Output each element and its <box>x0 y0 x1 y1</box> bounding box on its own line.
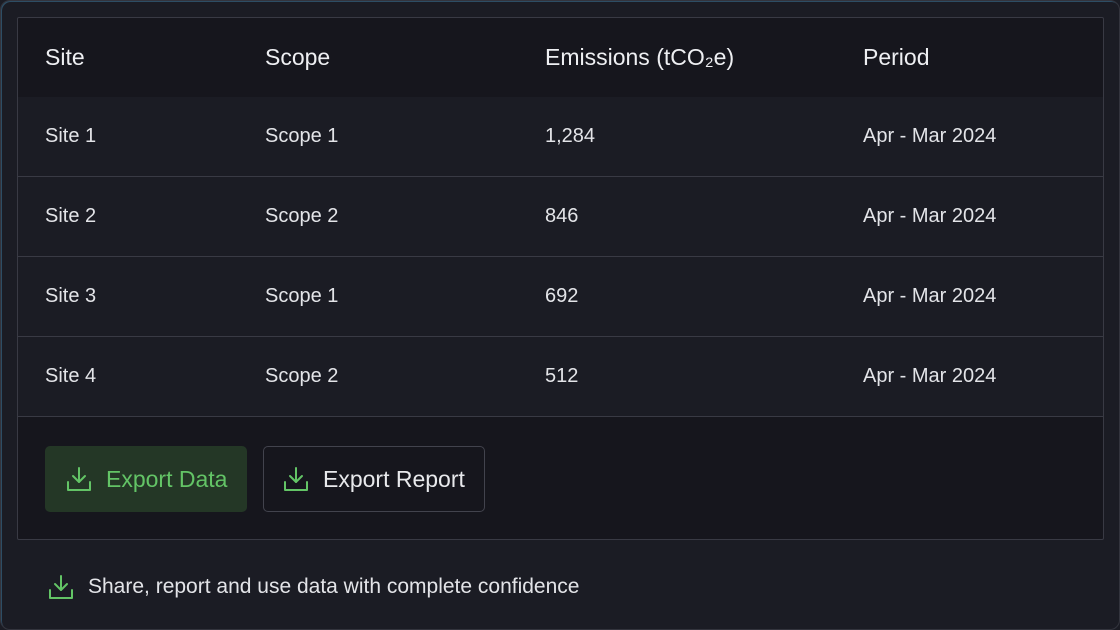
cell-scope: Scope 2 <box>265 205 339 227</box>
card-frame: Site Scope Emissions (tCO₂e) Period Site… <box>0 0 1120 630</box>
cell-emissions: 512 <box>545 365 579 387</box>
cell-scope: Scope 1 <box>265 285 339 307</box>
cell-period: Apr - Mar 2024 <box>863 125 997 147</box>
export-data-label: Export Data <box>106 465 228 492</box>
download-icon <box>282 465 310 493</box>
column-header-scope: Scope <box>265 44 331 70</box>
cell-site: Site 2 <box>45 205 97 227</box>
cell-scope: Scope 2 <box>265 365 339 387</box>
table-header-row: Site Scope Emissions (tCO₂e) Period <box>18 18 1103 98</box>
cell-emissions: 1,284 <box>545 125 596 147</box>
table-row: Site 4 Scope 2 512 Apr - Mar 2024 <box>18 337 1103 417</box>
footer-note: Share, report and use data with complete… <box>47 569 579 605</box>
export-report-button[interactable]: Export Report <box>263 446 485 512</box>
cell-period: Apr - Mar 2024 <box>863 285 997 307</box>
export-actions: Export Data Export Report <box>18 418 1103 538</box>
emissions-table: Site Scope Emissions (tCO₂e) Period Site… <box>17 17 1104 540</box>
column-header-period: Period <box>863 44 930 70</box>
export-data-button[interactable]: Export Data <box>45 446 247 512</box>
cell-site: Site 4 <box>45 365 97 387</box>
download-icon <box>65 465 93 493</box>
column-header-site: Site <box>45 44 85 70</box>
cell-period: Apr - Mar 2024 <box>863 365 997 387</box>
column-header-emissions: Emissions (tCO₂e) <box>545 44 735 70</box>
cell-scope: Scope 1 <box>265 125 339 147</box>
export-report-label: Export Report <box>323 465 465 492</box>
cell-site: Site 3 <box>45 285 97 307</box>
cell-emissions: 692 <box>545 285 579 307</box>
cell-site: Site 1 <box>45 125 97 147</box>
table-row: Site 3 Scope 1 692 Apr - Mar 2024 <box>18 257 1103 337</box>
download-icon <box>47 573 75 601</box>
table-row: Site 1 Scope 1 1,284 Apr - Mar 2024 <box>18 97 1103 177</box>
table-row: Site 2 Scope 2 846 Apr - Mar 2024 <box>18 177 1103 257</box>
cell-emissions: 846 <box>545 205 579 227</box>
footer-text: Share, report and use data with complete… <box>88 575 580 598</box>
cell-period: Apr - Mar 2024 <box>863 205 997 227</box>
